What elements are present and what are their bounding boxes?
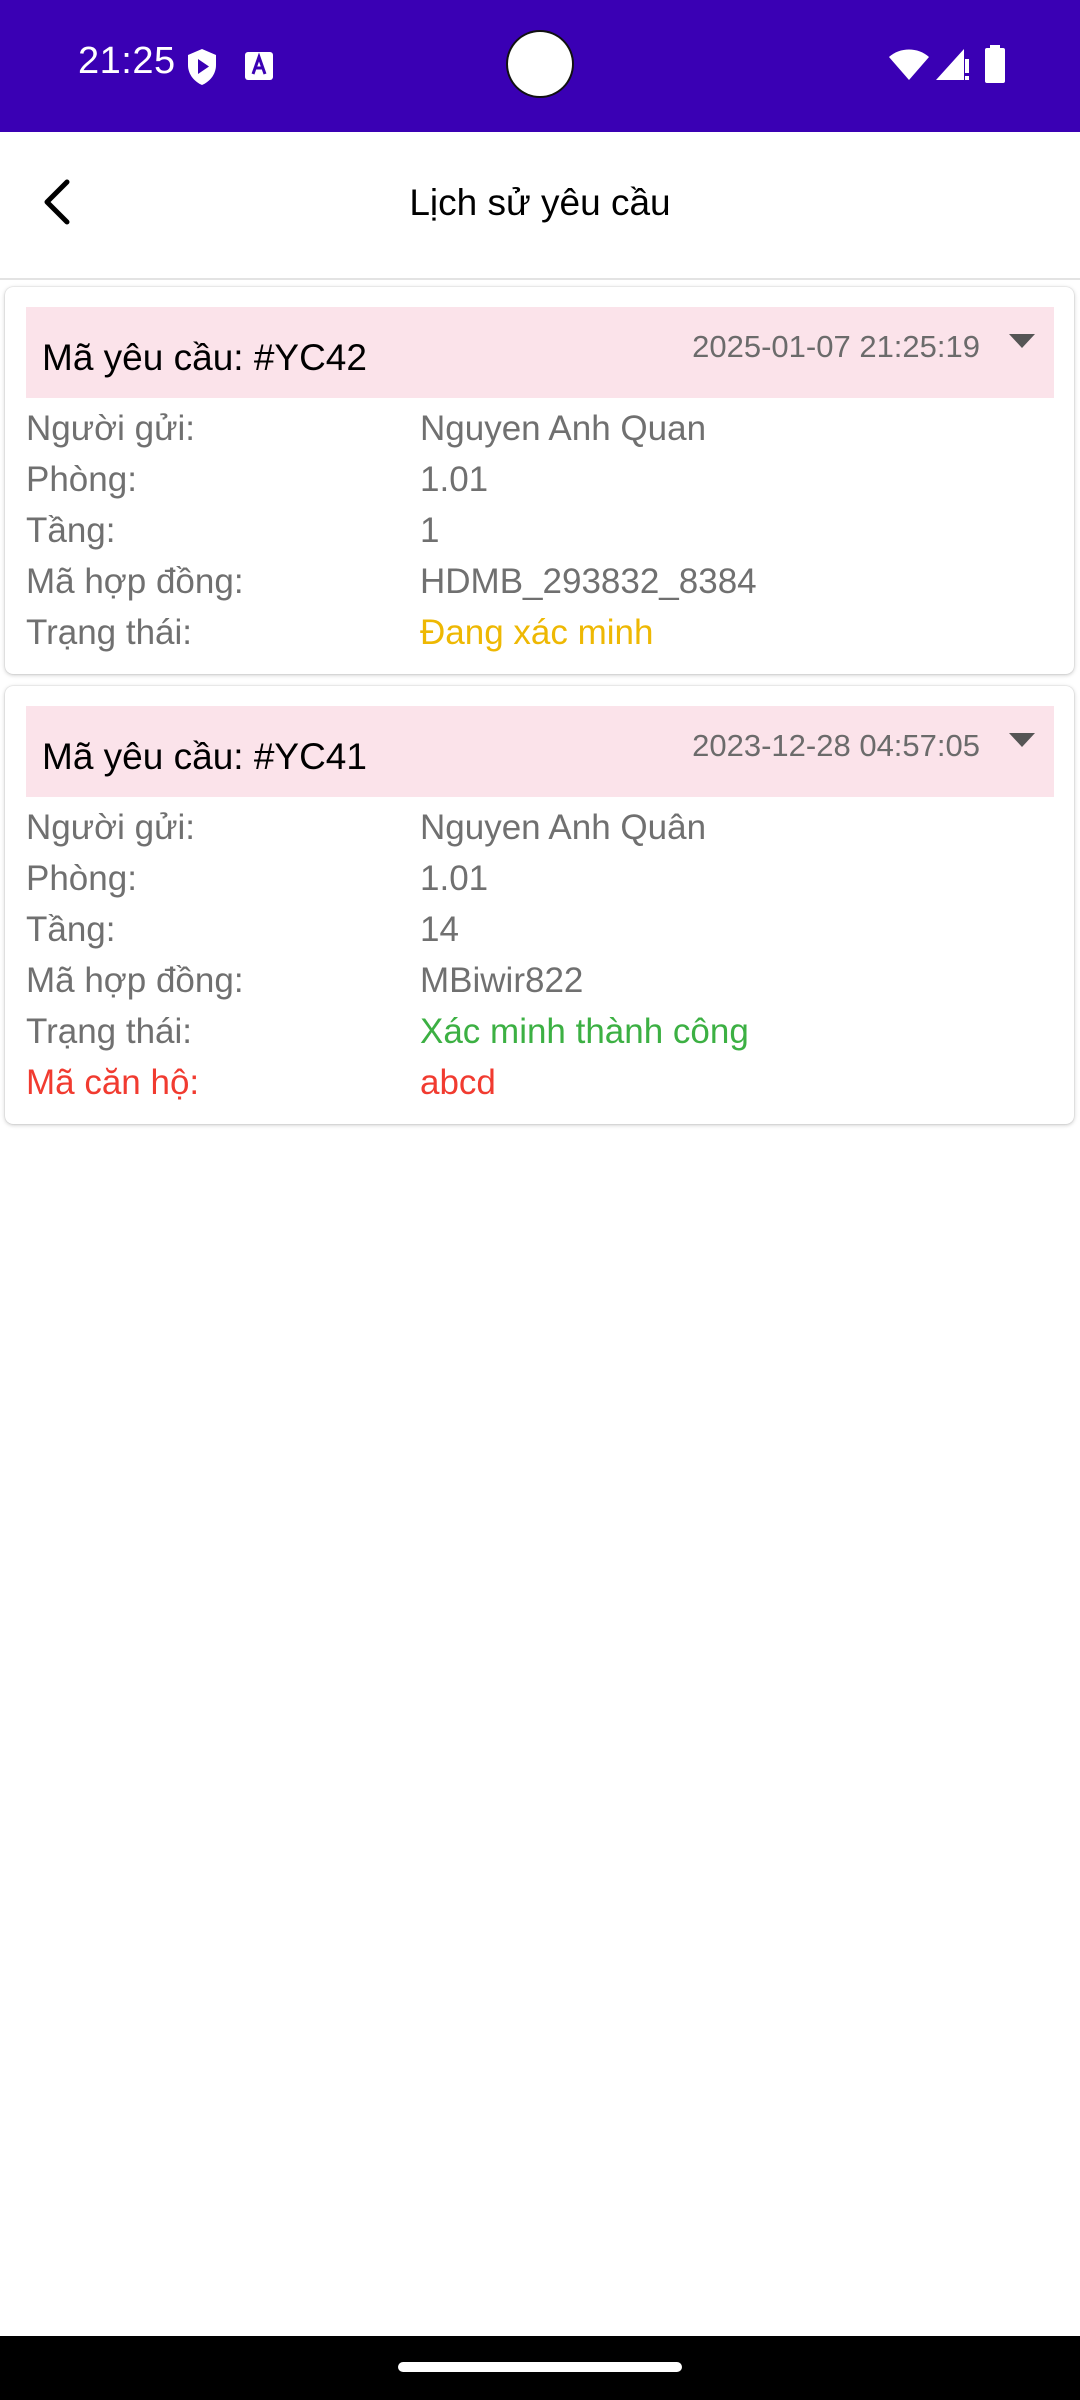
field-value: Nguyen Anh Quan [420,409,707,448]
text-a-icon [244,51,274,86]
dropdown-arrow-icon[interactable] [1008,732,1036,748]
shield-play-icon [186,48,218,91]
request-details: Người gửi: Nguyen Anh Quân Phòng: 1.01 T… [26,802,1054,1108]
app-bar: Lịch sử yêu cầu [0,132,1080,280]
dropdown-arrow-icon[interactable] [1008,333,1036,349]
field-label: Mã hợp đồng: [26,562,244,601]
battery-icon [984,45,1006,88]
detail-row-contract: Mã hợp đồng: MBiwir822 [26,955,1054,1006]
front-camera [508,32,572,96]
field-value: 1.01 [420,460,489,499]
field-value: 1.01 [420,859,489,898]
detail-row-room: Phòng: 1.01 [26,853,1054,904]
field-label: Tầng: [26,511,116,550]
detail-row-contract: Mã hợp đồng: HDMB_293832_8384 [26,556,1054,607]
request-card[interactable]: Mã yêu cầu: #YC42 2025-01-07 21:25:19 Ng… [5,287,1074,674]
status-bar: 21:25 [0,0,1080,132]
detail-row-room: Phòng: 1.01 [26,454,1054,505]
request-code: Mã yêu cầu: #YC42 [42,337,367,378]
field-label: Người gửi: [26,409,196,448]
wifi-icon [888,47,930,86]
request-card-header[interactable]: Mã yêu cầu: #YC41 2023-12-28 04:57:05 [26,706,1054,797]
detail-row-floor: Tầng: 14 [26,904,1054,955]
request-card[interactable]: Mã yêu cầu: #YC41 2023-12-28 04:57:05 Ng… [5,686,1074,1124]
page-title: Lịch sử yêu cầu [409,182,671,223]
field-label: Mã căn hộ: [26,1063,200,1102]
screen: 21:25 Lịch sử yêu cầu Mã yêu cầu: #YC42 … [0,0,1080,2400]
status-time: 21:25 [78,40,176,82]
request-date: 2025-01-07 21:25:19 [692,329,980,364]
detail-row-floor: Tầng: 1 [26,505,1054,556]
detail-row-status: Trạng thái: Đang xác minh [26,607,1054,658]
field-label: Tầng: [26,910,116,949]
home-gesture-handle[interactable] [398,2362,682,2372]
field-value: 14 [420,910,459,949]
detail-row-apartment: Mã căn hộ: abcd [26,1057,1054,1108]
field-label: Mã hợp đồng: [26,961,244,1000]
status-value: Đang xác minh [420,613,654,652]
field-label: Trạng thái: [26,613,193,652]
field-label: Người gửi: [26,808,196,847]
field-value: Nguyen Anh Quân [420,808,707,847]
field-label: Phòng: [26,859,137,898]
status-value: Xác minh thành công [420,1012,749,1051]
request-date: 2023-12-28 04:57:05 [692,728,980,763]
detail-row-sender: Người gửi: Nguyen Anh Quan [26,403,1054,454]
field-label: Phòng: [26,460,137,499]
request-details: Người gửi: Nguyen Anh Quan Phòng: 1.01 T… [26,403,1054,658]
field-label: Trạng thái: [26,1012,193,1051]
field-value: MBiwir822 [420,961,584,1000]
field-value: 1 [420,511,440,550]
apartment-code-value: abcd [420,1063,496,1102]
request-card-header[interactable]: Mã yêu cầu: #YC42 2025-01-07 21:25:19 [26,307,1054,398]
detail-row-sender: Người gửi: Nguyen Anh Quân [26,802,1054,853]
detail-row-status: Trạng thái: Xác minh thành công [26,1006,1054,1057]
navigation-bar [0,2336,1080,2400]
signal-icon [934,47,970,86]
field-value: HDMB_293832_8384 [420,562,757,601]
request-code: Mã yêu cầu: #YC41 [42,736,367,777]
